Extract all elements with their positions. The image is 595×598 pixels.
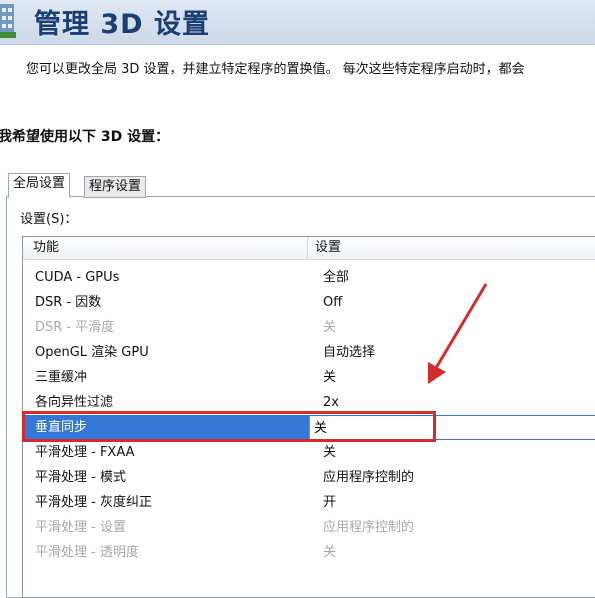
annotation-arrow-icon (428, 283, 488, 384)
